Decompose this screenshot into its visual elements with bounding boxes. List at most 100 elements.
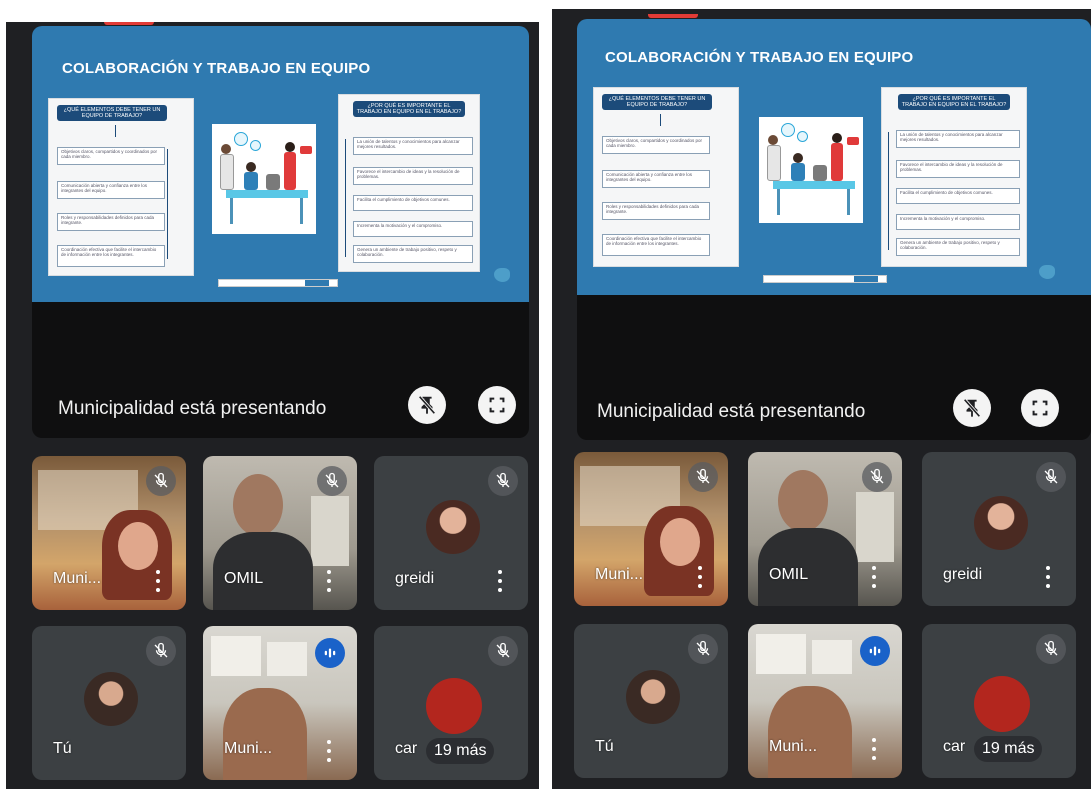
presenting-indicator: [104, 22, 154, 25]
more-options-button[interactable]: [1046, 566, 1050, 588]
participant-name: OMIL: [224, 570, 264, 587]
more-options-button[interactable]: [872, 738, 876, 760]
slide-decoration: [494, 268, 510, 282]
mic-off-indicator: [862, 462, 892, 492]
participant-name: Muni...: [224, 740, 273, 757]
slide-toolbar: [218, 279, 338, 287]
slide-bullet: Objetivos claros, compartidos y coordina…: [602, 136, 710, 154]
participant-tile[interactable]: Muni...: [203, 626, 357, 780]
mic-off-icon: [325, 472, 339, 488]
pin-off-icon: [418, 395, 436, 415]
participant-avatar: [974, 496, 1028, 550]
mic-off-icon: [1044, 640, 1058, 656]
more-participants-badge[interactable]: 19 más: [426, 738, 495, 764]
slide-illustration: [212, 124, 316, 234]
participant-avatar: [426, 678, 482, 734]
presentation-area[interactable]: COLABORACIÓN Y TRABAJO EN EQUIPO ¿QUÉ EL…: [32, 26, 529, 438]
more-options-button[interactable]: [498, 570, 502, 592]
participant-avatar: [84, 672, 138, 726]
slide-bullet: Genera un ambiente de trabajo positivo, …: [896, 238, 1020, 256]
more-options-button[interactable]: [327, 570, 331, 592]
participant-tile[interactable]: Muni...: [748, 624, 902, 778]
participant-tile[interactable]: Muni...: [574, 452, 728, 606]
more-options-button[interactable]: [698, 566, 702, 588]
slide-bullet: Incrementa la motivación y el compromiso…: [353, 221, 473, 237]
unpin-button[interactable]: [408, 386, 446, 424]
slide-card-heading: ¿QUÉ ELEMENTOS DEBE TENER UN EQUIPO DE T…: [602, 94, 712, 110]
participant-name: car: [395, 740, 418, 757]
mic-off-icon: [496, 472, 510, 488]
participant-avatar: [426, 500, 480, 554]
participant-avatar: [626, 670, 680, 724]
slide-bullet: Coordinación efectiva que facilite el in…: [57, 245, 165, 267]
more-options-button[interactable]: [156, 570, 160, 592]
meet-window-left: COLABORACIÓN Y TRABAJO EN EQUIPO ¿QUÉ EL…: [6, 22, 539, 789]
slide-decoration: [1039, 265, 1055, 279]
shared-slide: COLABORACIÓN Y TRABAJO EN EQUIPO ¿QUÉ EL…: [577, 19, 1091, 295]
mic-off-indicator: [317, 466, 347, 496]
pin-off-icon: [963, 398, 981, 418]
unpin-button[interactable]: [953, 389, 991, 427]
mic-off-indicator: [488, 636, 518, 666]
slide-card-heading: ¿POR QUÉ ES IMPORTANTE EL TRABAJO EN EQU…: [898, 94, 1010, 110]
participant-name: Muni...: [53, 570, 102, 587]
participant-tile[interactable]: Tú: [32, 626, 186, 780]
participant-name: OMIL: [769, 566, 809, 583]
participant-tile[interactable]: Tú: [574, 624, 728, 778]
slide-bullet: Facilita el cumplimiento de objetivos co…: [896, 188, 1020, 204]
presentation-area[interactable]: COLABORACIÓN Y TRABAJO EN EQUIPO ¿QUÉ EL…: [577, 19, 1091, 440]
fullscreen-icon: [1032, 400, 1048, 416]
shared-slide: COLABORACIÓN Y TRABAJO EN EQUIPO ¿QUÉ EL…: [32, 26, 529, 302]
mic-off-indicator: [1036, 462, 1066, 492]
participant-tile[interactable]: car 19 más: [922, 624, 1076, 778]
slide-bullet: Comunicación abierta y confianza entre l…: [57, 181, 165, 199]
slide-bullet: Incrementa la motivación y el compromiso…: [896, 214, 1020, 230]
slide-bullet: Favorece el intercambio de ideas y la re…: [896, 160, 1020, 178]
slide-title: COLABORACIÓN Y TRABAJO EN EQUIPO: [605, 49, 914, 66]
mic-off-icon: [154, 642, 168, 658]
mic-off-icon: [496, 642, 510, 658]
participant-tile[interactable]: car 19 más: [374, 626, 528, 780]
more-options-button[interactable]: [872, 566, 876, 588]
mic-off-icon: [1044, 468, 1058, 484]
mic-off-icon: [870, 468, 884, 484]
participant-tile[interactable]: Muni...: [32, 456, 186, 610]
fullscreen-button[interactable]: [478, 386, 516, 424]
speaking-indicator: [860, 636, 890, 666]
participant-name: greidi: [395, 570, 435, 587]
slide-card-importance: ¿POR QUÉ ES IMPORTANTE EL TRABAJO EN EQU…: [881, 87, 1027, 267]
slide-card-importance: ¿POR QUÉ ES IMPORTANTE EL TRABAJO EN EQU…: [338, 94, 480, 272]
audio-level-icon: [324, 648, 336, 658]
slide-bullet: Comunicación abierta y confianza entre l…: [602, 170, 710, 188]
participant-tile[interactable]: greidi: [374, 456, 528, 610]
mic-off-icon: [696, 468, 710, 484]
mic-off-indicator: [146, 636, 176, 666]
participant-tile[interactable]: greidi: [922, 452, 1076, 606]
more-participants-badge[interactable]: 19 más: [974, 736, 1043, 762]
mic-off-icon: [154, 472, 168, 488]
participant-name: greidi: [943, 566, 983, 583]
mic-off-indicator: [488, 466, 518, 496]
presenting-label: Municipalidad está presentando: [597, 401, 866, 422]
mic-off-indicator: [688, 634, 718, 664]
audio-level-icon: [869, 646, 881, 656]
participant-name: Tú: [595, 738, 614, 755]
mic-off-indicator: [1036, 634, 1066, 664]
speaking-indicator: [315, 638, 345, 668]
participant-tile[interactable]: OMIL: [748, 452, 902, 606]
participant-name: Tú: [53, 740, 72, 757]
slide-bullet: Facilita el cumplimiento de objetivos co…: [353, 195, 473, 211]
slide-card-elements: ¿QUÉ ELEMENTOS DEBE TENER UN EQUIPO DE T…: [48, 98, 194, 276]
mic-off-indicator: [146, 466, 176, 496]
participant-name: car: [943, 738, 966, 755]
more-options-button[interactable]: [327, 740, 331, 762]
participant-tile[interactable]: OMIL: [203, 456, 357, 610]
mic-off-icon: [696, 640, 710, 656]
mic-off-indicator: [688, 462, 718, 492]
slide-card-heading: ¿QUÉ ELEMENTOS DEBE TENER UN EQUIPO DE T…: [57, 105, 167, 121]
slide-bullet: Genera un ambiente de trabajo positivo, …: [353, 245, 473, 263]
slide-toolbar: [763, 275, 887, 283]
participant-name: Muni...: [595, 566, 644, 583]
fullscreen-button[interactable]: [1021, 389, 1059, 427]
participant-avatar: [974, 676, 1030, 732]
